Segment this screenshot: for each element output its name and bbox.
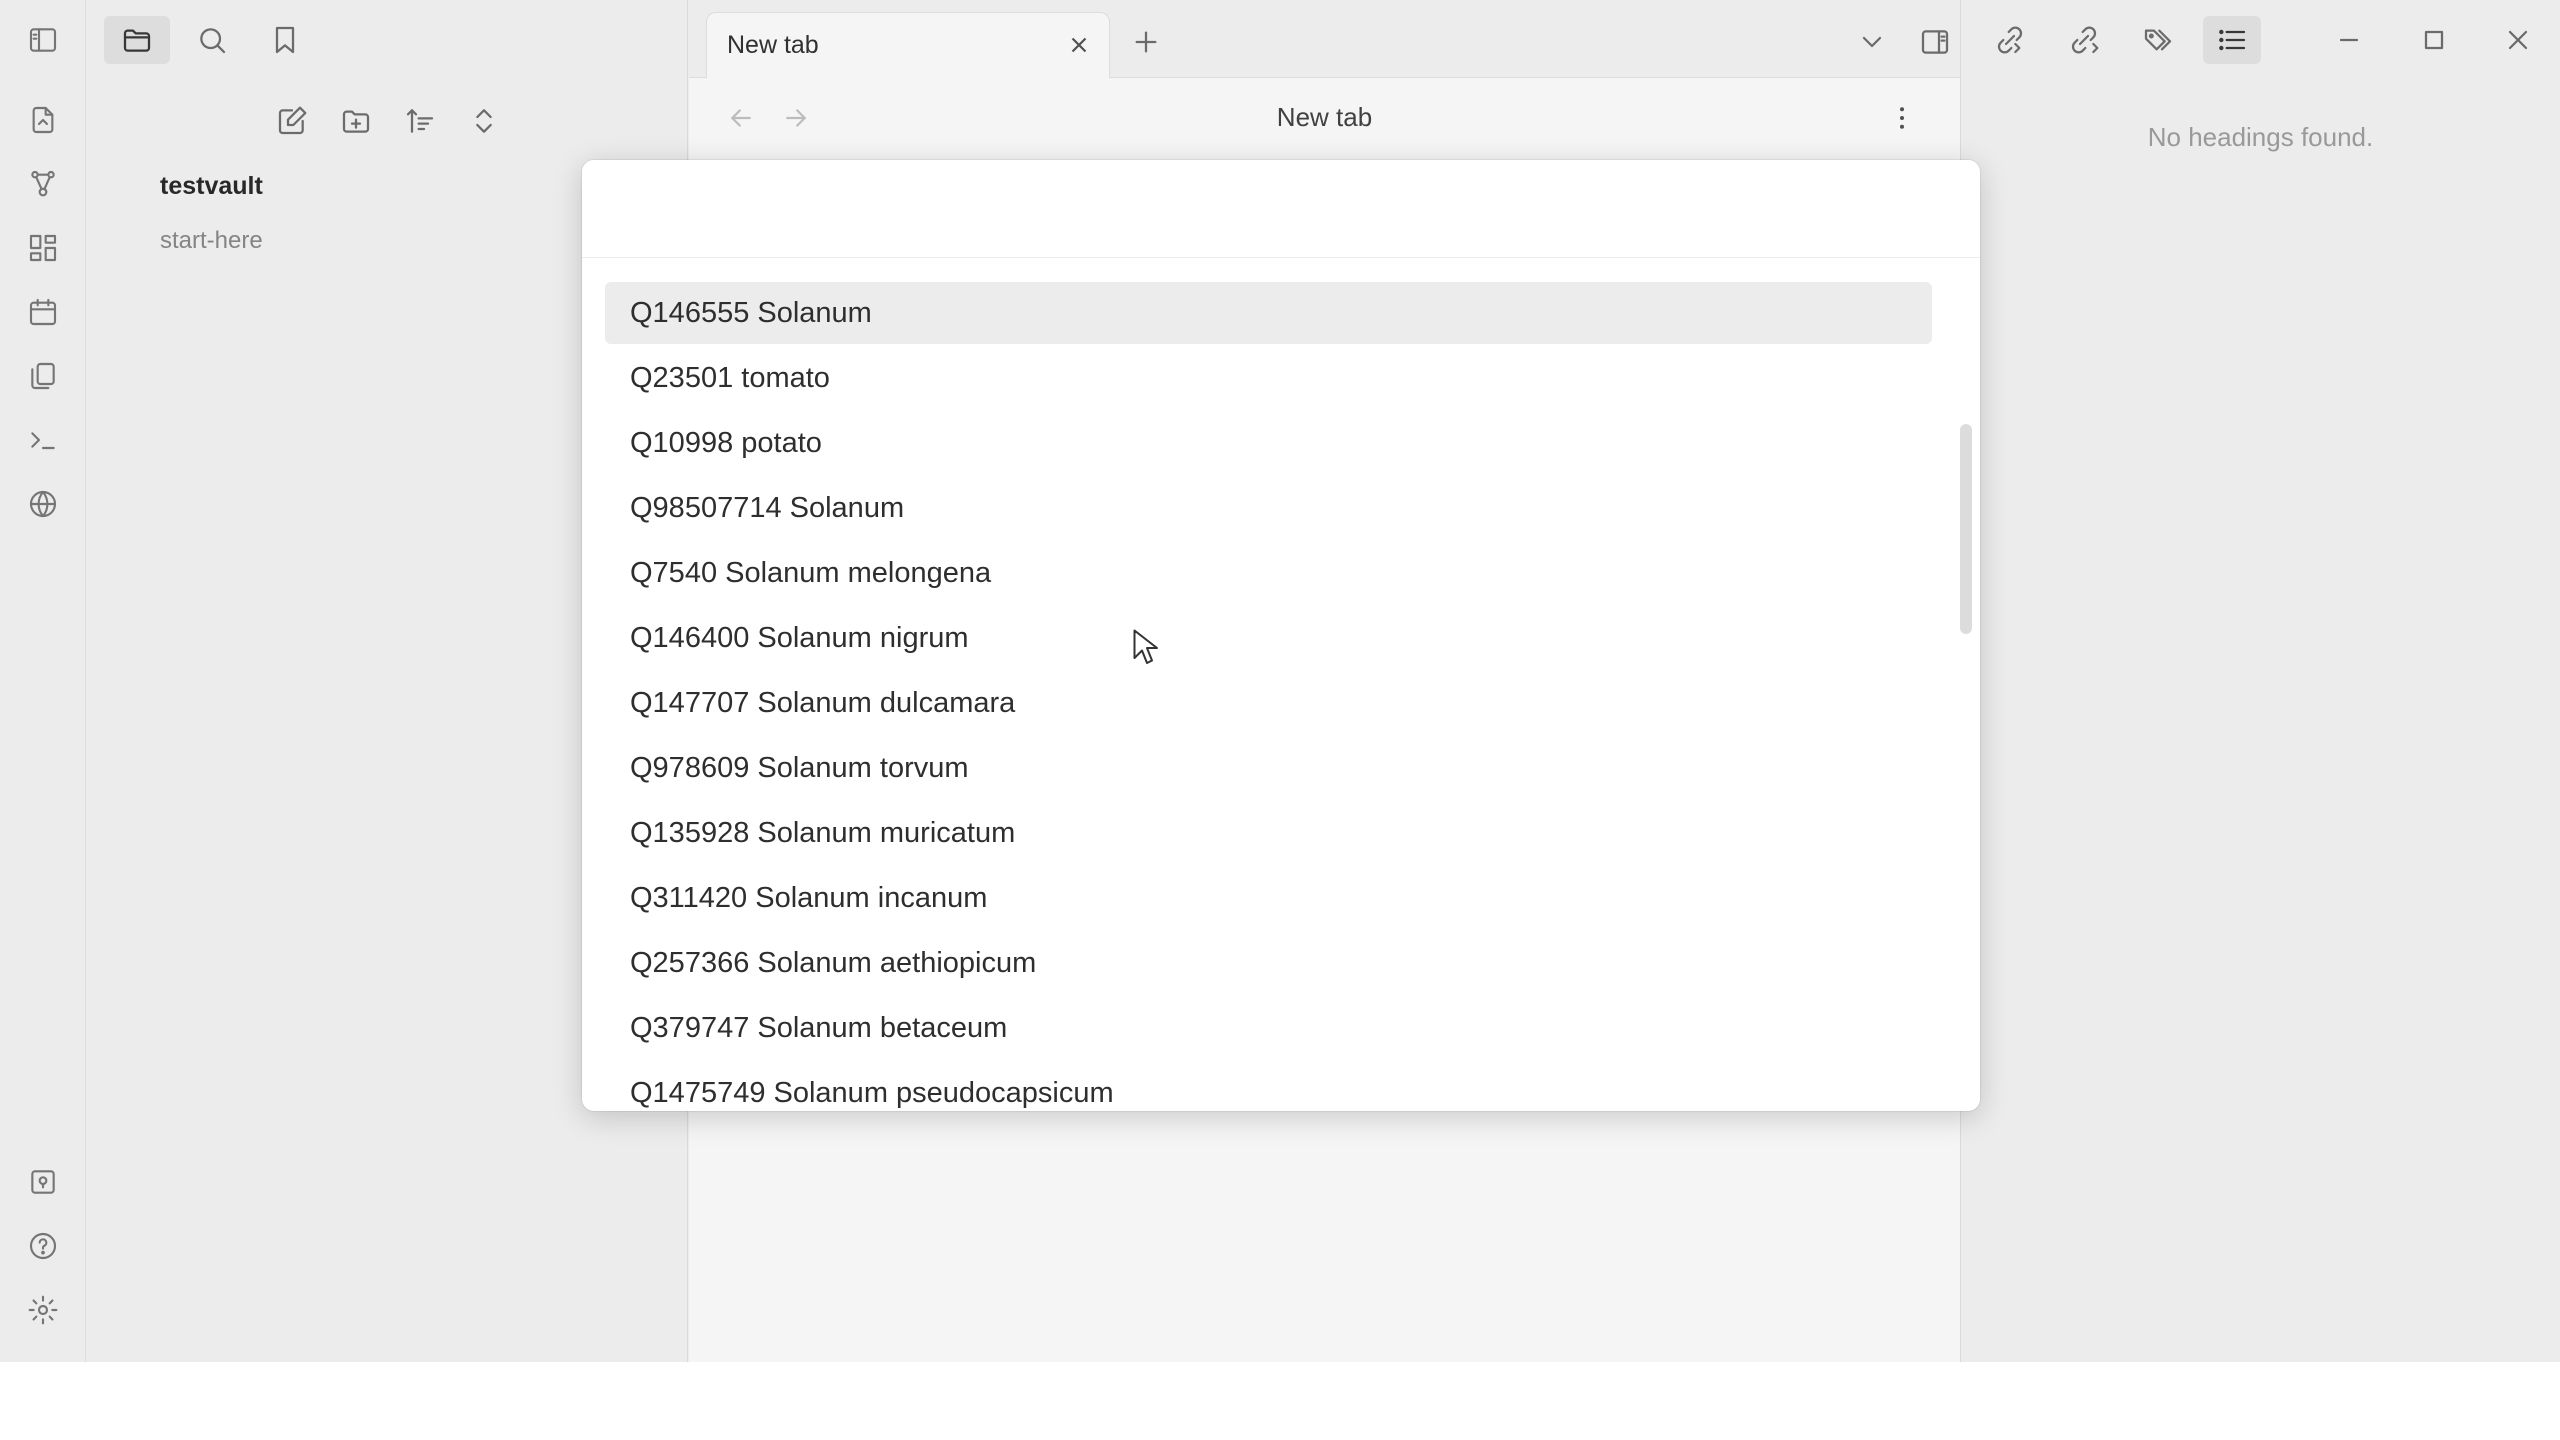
quick-switcher-input[interactable] [582,160,1980,258]
result-item[interactable]: Q146555 Solanum [605,282,1932,344]
quick-switcher-modal: Q146555 Solanum Q23501 tomato Q10998 pot… [582,160,1980,1111]
result-item[interactable]: Q311420 Solanum incanum [605,867,1932,929]
result-item[interactable]: Q257366 Solanum aethiopicum [605,932,1932,994]
result-list: Q146555 Solanum Q23501 tomato Q10998 pot… [582,258,1980,1111]
result-item[interactable]: Q10998 potato [605,412,1932,474]
result-item[interactable]: Q135928 Solanum muricatum [605,802,1932,864]
below-window-area [0,1362,2560,1440]
mouse-cursor-icon [1133,629,1158,664]
modal-backdrop[interactable]: Q146555 Solanum Q23501 tomato Q10998 pot… [0,0,2560,1362]
result-list-scrollbar[interactable] [1960,424,1972,634]
result-item[interactable]: Q978609 Solanum torvum [605,737,1932,799]
app-window: testvault start-here New tab New tab No … [0,0,2560,1362]
result-item[interactable]: Q98507714 Solanum [605,477,1932,539]
result-item[interactable]: Q147707 Solanum dulcamara [605,672,1932,734]
result-item[interactable]: Q7540 Solanum melongena [605,542,1932,604]
result-item[interactable]: Q146400 Solanum nigrum [605,607,1932,669]
result-item[interactable]: Q379747 Solanum betaceum [605,997,1932,1059]
result-item[interactable]: Q23501 tomato [605,347,1932,409]
result-item[interactable]: Q1475749 Solanum pseudocapsicum [605,1062,1932,1111]
